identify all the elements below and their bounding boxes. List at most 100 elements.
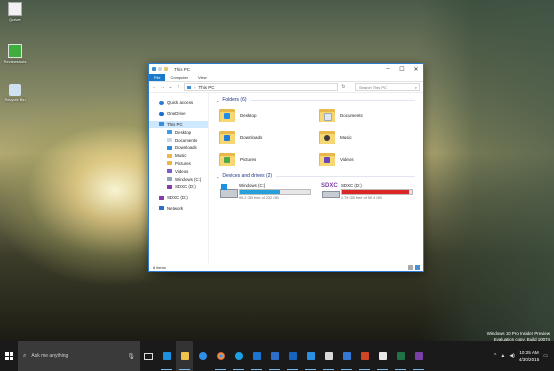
folder-pictures[interactable]: Pictures — [219, 150, 319, 168]
nav-item-quick-access[interactable]: Quick access — [149, 99, 208, 107]
desktop-icon-quiver[interactable]: Quiver — [0, 2, 30, 22]
drives-section-header[interactable]: ⌄ Devices and drives (2) — [216, 172, 419, 180]
drive-windows-c[interactable]: Windows (C:) 99.2 GB free of 232 GB — [219, 183, 311, 200]
nav-item-desktop[interactable]: Desktop — [149, 128, 208, 136]
taskbar-app-outlook[interactable] — [284, 341, 301, 371]
up-arrow-icon[interactable]: ↑ — [176, 84, 181, 90]
desktop-icon-recycle-bin[interactable]: Recycle Bin — [0, 84, 30, 102]
taskbar-app-photos[interactable] — [302, 341, 319, 371]
folder-icon[interactable] — [152, 67, 156, 71]
back-arrow-icon[interactable]: ← — [152, 84, 157, 90]
large-icons-view-icon[interactable] — [415, 265, 420, 270]
clock-date: 4/30/2015 — [518, 357, 540, 362]
folder-label: Downloads — [240, 134, 263, 140]
nav-item-sdxc-d-root[interactable]: SDXC (D:) — [149, 194, 208, 202]
search-icon: ⌕ — [23, 352, 27, 359]
volume-icon[interactable]: ◀) — [509, 353, 515, 359]
taskbar-app-paint[interactable] — [320, 341, 337, 371]
nav-item-this-pc[interactable]: This PC — [149, 120, 208, 129]
close-button[interactable]: ✕ — [409, 64, 423, 74]
taskbar-app-snipping[interactable] — [374, 341, 391, 371]
reviewshots-icon — [8, 44, 22, 58]
chevron-down-icon[interactable]: ⌄ — [216, 174, 219, 179]
chevron-up-icon[interactable]: ^ — [494, 353, 496, 359]
music-folder-icon — [167, 153, 172, 158]
onenote-icon — [414, 352, 423, 360]
maximize-button[interactable]: ☐ — [395, 64, 409, 74]
clock[interactable]: 10:25 AM 4/30/2015 — [519, 349, 539, 363]
properties-icon[interactable] — [158, 67, 162, 71]
taskbar-app-file-explorer[interactable] — [176, 341, 193, 371]
item-count: 8 items — [153, 264, 166, 270]
folder-downloads[interactable]: Downloads — [219, 128, 319, 146]
drives-list: Windows (C:) 99.2 GB free of 232 GB SDXC… — [219, 183, 419, 200]
nav-item-downloads[interactable]: Downloads — [149, 144, 208, 152]
taskbar-app-store[interactable] — [158, 341, 175, 371]
drive-usage-fill — [240, 190, 280, 194]
taskbar-app-movies[interactable] — [338, 341, 355, 371]
documents-folder-icon — [319, 108, 335, 122]
nav-item-music[interactable]: Music — [149, 152, 208, 160]
nav-item-videos[interactable]: Videos — [149, 167, 208, 175]
taskbar-app-edge[interactable] — [194, 341, 211, 371]
title-bar[interactable]: This PC – ☐ ✕ — [149, 64, 423, 74]
taskbar-app-powerpoint[interactable] — [356, 341, 373, 371]
quick-access-toolbar[interactable] — [149, 67, 168, 71]
nav-item-windows-c[interactable]: Windows (C:) — [149, 175, 208, 183]
file-explorer-window[interactable]: This PC – ☐ ✕ File Computer View ← → ⌄ ↑… — [148, 63, 424, 272]
folder-videos[interactable]: Videos — [319, 150, 419, 168]
taskbar-app-chrome[interactable] — [212, 341, 229, 371]
taskbar-app-onedrive[interactable] — [266, 341, 283, 371]
network-icon — [159, 206, 164, 211]
folder-documents[interactable]: Documents — [319, 106, 419, 124]
navigation-pane[interactable]: Quick access OneDrive This PC Desktop Do… — [149, 93, 209, 263]
tab-file[interactable]: File — [149, 74, 166, 81]
notifications-icon[interactable]: ▭ — [543, 353, 548, 359]
nav-label: Windows (C:) — [175, 176, 202, 182]
desktop-icon-reviewshots[interactable]: Reviewshots — [0, 44, 30, 64]
nav-item-documents[interactable]: Documents — [149, 136, 208, 144]
nav-label: Music — [175, 153, 187, 159]
taskbar-app-mail[interactable] — [248, 341, 265, 371]
cortana-search-box[interactable]: ⌕ Ask me anything 🎙 — [18, 341, 140, 371]
nav-item-sdxc-d[interactable]: SDXC (D:) — [149, 183, 208, 191]
nav-item-onedrive[interactable]: OneDrive — [149, 110, 208, 118]
nav-item-pictures[interactable]: Pictures — [149, 160, 208, 168]
nav-item-network[interactable]: Network — [149, 205, 208, 213]
folders-section-header[interactable]: ⌄ Folders (6) — [216, 96, 419, 104]
search-placeholder: Ask me anything — [31, 353, 69, 359]
new-folder-icon[interactable] — [164, 67, 168, 71]
task-view-icon — [143, 352, 153, 360]
chevron-down-icon[interactable]: ⌄ — [216, 98, 219, 103]
tab-view[interactable]: View — [193, 74, 212, 81]
refresh-icon[interactable]: ↻ — [341, 84, 346, 90]
start-button[interactable] — [0, 341, 18, 371]
nav-label: SDXC (D:) — [167, 195, 188, 201]
network-icon[interactable]: ▲ — [500, 353, 505, 359]
task-view-button[interactable] — [140, 341, 156, 371]
content-pane[interactable]: ⌄ Folders (6) Desktop Documents Download… — [209, 93, 423, 263]
forward-arrow-icon[interactable]: → — [160, 84, 165, 90]
desktop-folder-icon — [219, 108, 235, 122]
taskbar-app-excel[interactable] — [392, 341, 409, 371]
divider — [250, 99, 415, 101]
microphone-icon[interactable]: 🎙 — [127, 353, 135, 360]
recent-chevron-icon[interactable]: ⌄ — [168, 84, 173, 90]
divider — [276, 175, 415, 177]
folder-desktop[interactable]: Desktop — [219, 106, 319, 124]
search-input[interactable]: Search This PC ⌕ — [355, 83, 420, 91]
search-placeholder: Search This PC — [359, 84, 387, 90]
taskbar-app-onenote[interactable] — [410, 341, 427, 371]
minimize-button[interactable]: – — [381, 64, 395, 74]
details-view-icon[interactable] — [408, 265, 413, 270]
wallpaper-rock — [420, 0, 554, 341]
folder-music[interactable]: Music — [319, 128, 419, 146]
drive-sdxc-d[interactable]: SDXC SDXC (D:) 2.79 GB free of 59.4 GB — [321, 183, 413, 200]
tab-computer[interactable]: Computer — [165, 74, 193, 81]
section-title: Folders (6) — [222, 97, 247, 103]
taskbar-app-skype[interactable] — [230, 341, 247, 371]
sd-card-icon: SDXC — [321, 183, 340, 198]
address-bar[interactable]: › This PC — [184, 83, 338, 91]
window-title: This PC — [174, 66, 191, 72]
computer-icon — [159, 122, 164, 127]
